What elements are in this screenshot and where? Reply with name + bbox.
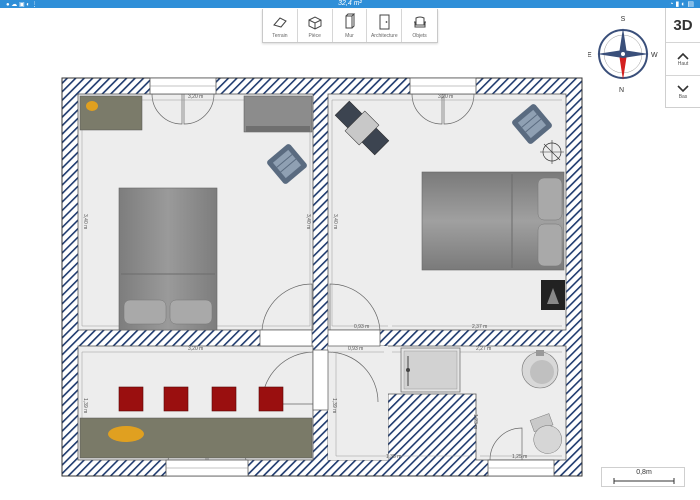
scale-ruler [613,478,675,484]
wall-icon [345,13,356,28]
chevron-up-icon [677,52,689,60]
room-icon [308,15,322,30]
object-toolbar: Terrain Pièce Mur Architecture Objets [262,9,438,43]
shower[interactable] [400,347,461,393]
dim-bedroom2-side: 3,40 m [332,214,338,229]
armchair-icon [413,16,426,27]
tool-architecture[interactable]: Architecture [367,9,403,42]
compass-s-label: S [621,16,626,23]
scale-bar: 0,8m [601,467,685,487]
dim-bath-bottom-right: 1,25 m [512,454,527,460]
tool-label: Pièce [308,32,321,39]
dim-bedroom1-right: 3,40 m [305,214,311,229]
terrain-icon [273,16,287,28]
dim-bath-top-left: 0,93 m [348,346,363,352]
fireplace[interactable] [541,280,565,310]
compass-e-label: E [588,52,592,59]
desk-lamp[interactable] [86,101,98,111]
level-up-label: Haut [677,61,689,67]
level-down-button[interactable]: Bas [666,76,700,108]
dim-bedroom2-top: 3,20 m [438,94,453,100]
dim-bedroom2-bottom-left: 0,93 m [354,324,369,330]
compass-widget[interactable]: S E W N [588,16,658,92]
compass-n-label: N [619,87,624,92]
door-hall[interactable] [312,349,329,411]
dim-bath-top-right: 2,27 m [476,346,491,352]
compass-w-label: W [651,52,658,59]
tool-room[interactable]: Pièce [298,9,333,42]
dim-bedroom1-side: 3,40 m [82,214,88,229]
bed-bedroom-2[interactable] [421,171,565,271]
tool-label: Mur [345,32,354,39]
tool-wall[interactable]: Mur [333,9,368,42]
door-bedroom-2[interactable] [327,329,381,347]
dim-bath-bottom-left: 1,35 m [386,454,401,460]
door-icon [379,14,390,29]
bed-bedroom-1[interactable] [118,187,218,331]
toggle-3d-button[interactable]: 3D [666,8,700,43]
tool-objects[interactable]: Objets [402,9,437,42]
tool-label: Architecture [370,32,398,39]
dim-hall-top: 3,20 m [188,346,203,352]
door-bedroom-1[interactable] [259,329,313,347]
dim-bedroom2-bottom-right: 2,37 m [472,324,487,330]
dim-hall-side: 1,39 m [82,398,88,413]
compass-rose-icon [597,28,649,80]
chevron-down-icon [677,85,689,93]
dim-bedroom1-top: 3,20 m [188,94,203,100]
tool-label: Objets [412,32,427,39]
dim-hall-right: 1,39 m [331,398,337,413]
desk[interactable] [79,95,143,131]
rug[interactable] [108,426,144,442]
view-panel: 3D Haut Bas [665,8,700,108]
level-up-button[interactable]: Haut [666,43,700,76]
dim-bath-side: 1,23 m [472,414,478,429]
tool-terrain[interactable]: Terrain [263,9,298,42]
level-down-label: Bas [678,94,688,100]
tool-label: Terrain [272,32,288,39]
pouf-1[interactable] [118,386,144,412]
pouf-2[interactable] [163,386,189,412]
pouf-3[interactable] [211,386,237,412]
pouf-4[interactable] [258,386,284,412]
